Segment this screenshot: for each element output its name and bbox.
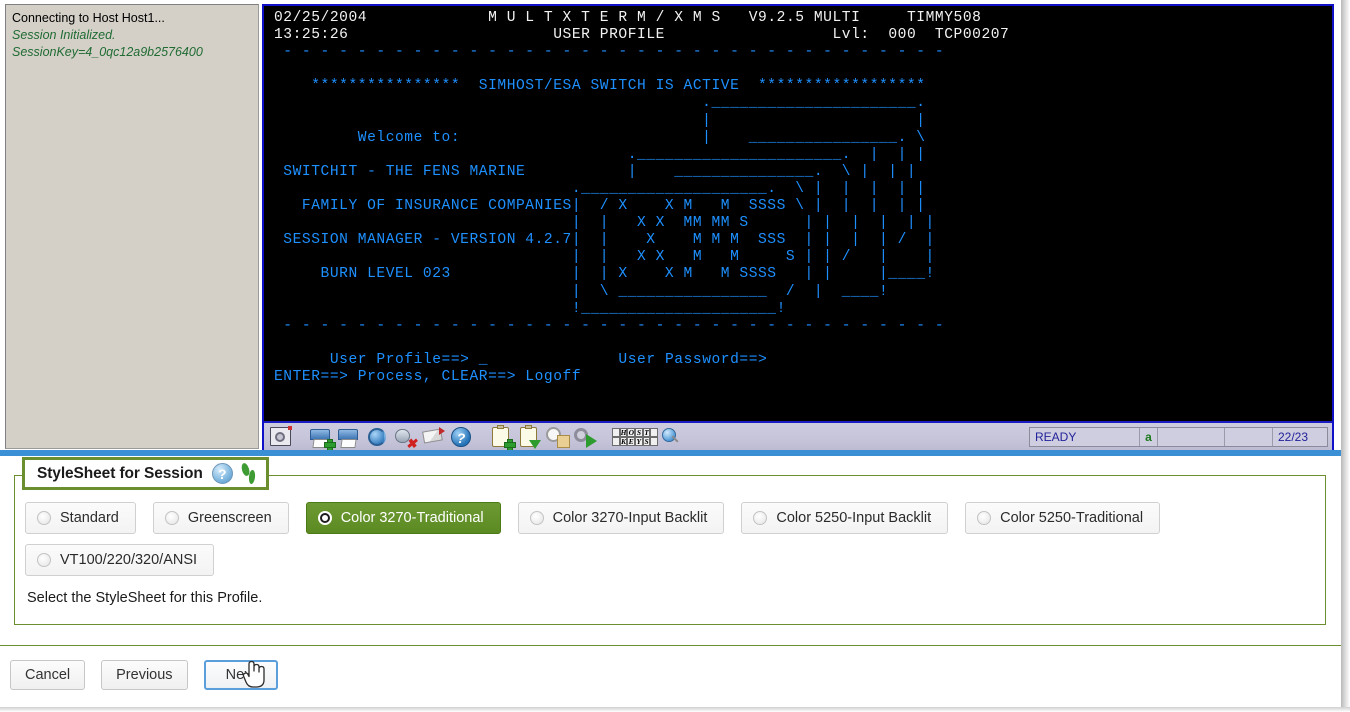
terminal-level: Lvl: 000 xyxy=(832,27,917,44)
radio-icon xyxy=(164,511,179,525)
terminal-user: TIMMY508 xyxy=(906,10,982,26)
refresh-session-icon[interactable] xyxy=(364,424,390,450)
clipboard-add-icon[interactable] xyxy=(488,424,516,451)
stylesheet-options-row-2: VT100/220/320/ANSI xyxy=(25,544,1317,576)
hostkeys-cell: E xyxy=(627,437,636,446)
status-field-3 xyxy=(1158,428,1225,446)
terminal-time: 13:25:26 xyxy=(274,27,349,44)
stylesheet-option-label: Standard xyxy=(60,510,119,526)
terminal-title: M U L T X T E R M / X M S xyxy=(488,10,721,26)
terminal-pane: 02/25/2004 M U L T X T E R M / X M S V9.… xyxy=(262,0,1341,457)
macro-run-icon[interactable] xyxy=(572,424,598,450)
stylesheet-option-color-3270-input-backlit[interactable]: Color 3270-Input Backlit xyxy=(517,502,725,534)
clipboard-paste-icon[interactable] xyxy=(516,424,542,450)
wizard-button-bar: Cancel Previous Next xyxy=(10,660,294,690)
session-bottom-rule xyxy=(4,450,262,454)
terminal-screen[interactable]: 02/25/2004 M U L T X T E R M / X M S V9.… xyxy=(264,6,1332,419)
hostkeys-cell: S xyxy=(635,428,643,437)
terminal-blank-2 xyxy=(274,335,1332,352)
screen-settings-icon[interactable] xyxy=(268,424,294,450)
log-line-sessionkey: SessionKey=4_0qc12a9b2576400 xyxy=(12,45,203,59)
page-title: StyleSheet for Session xyxy=(37,464,203,482)
stylesheet-option-label: Color 5250-Input Backlit xyxy=(776,510,932,526)
hostkeys-cell: T xyxy=(642,428,651,437)
terminal-id: TCP00207 xyxy=(934,27,1010,44)
log-line-initialized: Session Initialized. xyxy=(12,28,116,42)
stylesheet-options-row-1: Standard Greenscreen Color 3270-Traditio… xyxy=(25,502,1317,534)
stylesheet-form: StyleSheet for Session ? Standard Greens… xyxy=(0,457,1341,712)
previous-button[interactable]: Previous xyxy=(101,660,188,690)
stylesheet-option-label: Color 3270-Traditional xyxy=(340,510,484,526)
stylesheet-fieldset: StyleSheet for Session ? Standard Greens… xyxy=(14,457,1326,625)
status-position: 22/23 xyxy=(1278,430,1309,444)
macro-record-icon[interactable] xyxy=(544,424,570,450)
stylesheet-option-label: VT100/220/320/ANSI xyxy=(60,552,198,568)
stylesheet-option-label: Color 5250-Traditional xyxy=(1000,510,1144,526)
terminal-separator-top: - - - - - - - - - - - - - - - - - - - - … xyxy=(274,44,945,61)
magnify-icon[interactable] xyxy=(662,424,688,450)
user-profile-label: User Profile==> xyxy=(329,351,470,368)
leaf-icon xyxy=(241,463,257,485)
hostkeys-cell xyxy=(612,428,620,437)
hostkeys-cell: H xyxy=(619,428,628,437)
hostkeys-cell: O xyxy=(627,428,636,437)
radio-icon xyxy=(37,511,51,525)
hostkeys-cell: Y xyxy=(635,437,643,446)
radio-icon xyxy=(529,511,544,525)
stylesheet-option-label: Greenscreen xyxy=(187,510,272,526)
stylesheet-option-vt100[interactable]: VT100/220/320/ANSI xyxy=(25,544,215,576)
status-state: READY xyxy=(1030,428,1140,446)
terminal-action-line: ENTER==> Process, CLEAR==> Logoff xyxy=(274,368,582,385)
print-icon[interactable] xyxy=(336,424,362,450)
question-mark-icon[interactable]: ? xyxy=(211,463,233,484)
log-line-connecting: Connecting to Host Host1... xyxy=(12,11,165,25)
cancel-button[interactable]: Cancel xyxy=(10,660,86,690)
status-field-4 xyxy=(1225,428,1273,446)
session-log-box: Connecting to Host Host1... Session Init… xyxy=(5,4,259,449)
terminal-subtitle: USER PROFILE xyxy=(553,27,665,44)
next-button[interactable]: Next xyxy=(203,660,278,690)
terminal-date: 02/25/2004 xyxy=(274,10,368,26)
hostkeys-cell xyxy=(650,437,659,446)
application-window: Connecting to Host Host1... Session Init… xyxy=(0,0,1350,712)
terminal-status-bar: READY a 22/23 xyxy=(1029,427,1328,447)
help-icon[interactable]: ? xyxy=(448,424,474,450)
hostkeys-cell xyxy=(650,428,658,437)
host-keys-icon[interactable]: H O S T K E Y S xyxy=(612,424,660,450)
session-log-pane: Connecting to Host Host1... Session Init… xyxy=(0,0,262,457)
form-divider xyxy=(0,645,1341,646)
status-indicator: a xyxy=(1140,428,1158,446)
stylesheet-legend: StyleSheet for Session ? xyxy=(22,457,269,490)
hostkeys-cell xyxy=(612,437,620,446)
stylesheet-option-label: Color 3270-Input Backlit xyxy=(552,510,708,526)
window-right-shadow xyxy=(1341,0,1350,712)
disconnect-icon[interactable]: ✖ xyxy=(392,424,418,450)
terminal-body: **************** SIMHOST/ESA SWITCH IS A… xyxy=(283,78,935,317)
user-password-label: User Password==> xyxy=(618,351,768,368)
stylesheet-option-color-5250-input-backlit[interactable]: Color 5250-Input Backlit xyxy=(741,502,949,534)
terminal-frame[interactable]: 02/25/2004 M U L T X T E R M / X M S V9.… xyxy=(262,4,1334,454)
terminal-header-line1: 02/25/2004 M U L T X T E R M / X M S V9.… xyxy=(274,10,1332,27)
stylesheet-option-standard[interactable]: Standard xyxy=(25,502,136,534)
terminal-separator-bottom: - - - - - - - - - - - - - - - - - - - - … xyxy=(274,317,945,334)
terminal-prompt-line: User Profile==> _ User Password==> xyxy=(329,351,768,368)
terminal-version: V9.2.5 MULTI xyxy=(748,10,861,26)
stylesheet-option-greenscreen[interactable]: Greenscreen xyxy=(152,502,289,534)
radio-icon xyxy=(37,553,51,567)
stylesheet-hint: Select the StyleSheet for this Profile. xyxy=(27,590,263,606)
print-add-icon[interactable] xyxy=(308,424,336,451)
stylesheet-options-group: Standard Greenscreen Color 3270-Traditio… xyxy=(25,502,1317,586)
terminal-blank-1 xyxy=(274,61,1332,78)
session-top-area: Connecting to Host Host1... Session Init… xyxy=(0,0,1341,457)
window-bottom-shadow xyxy=(0,707,1350,712)
stylesheet-option-color-5250-traditional[interactable]: Color 5250-Traditional xyxy=(965,502,1161,534)
radio-icon xyxy=(977,511,992,525)
edit-icon[interactable] xyxy=(420,424,446,450)
stylesheet-option-color-3270-traditional[interactable]: Color 3270-Traditional xyxy=(305,502,501,534)
hostkeys-cell: S xyxy=(642,437,651,446)
radio-icon xyxy=(753,511,768,525)
hostkeys-cell: K xyxy=(619,437,628,446)
terminal-header-line2: 13:25:26 USER PROFILE Lvl: 000 TCP00207 xyxy=(274,27,1332,44)
radio-icon-selected xyxy=(317,511,332,525)
